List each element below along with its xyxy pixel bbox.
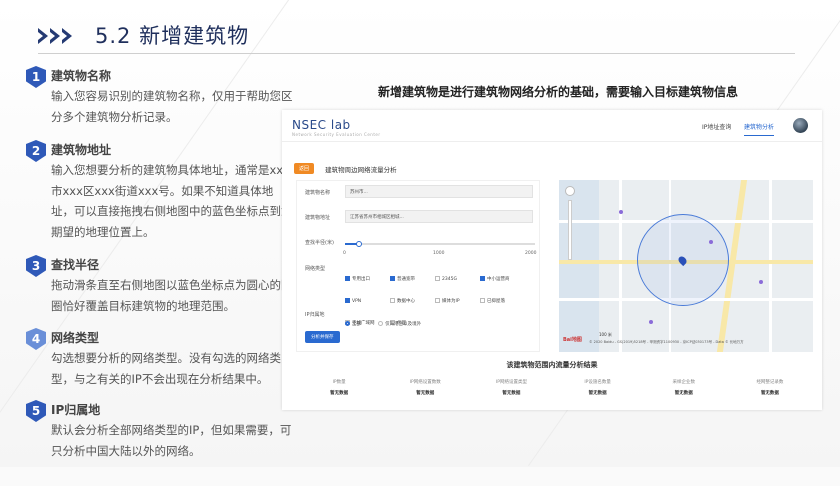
- result-header: IP网络设置数数: [409, 380, 441, 385]
- radius-tick: 0: [343, 251, 346, 256]
- nettype-checkbox[interactable]: VPN: [345, 298, 390, 304]
- nettype-checkbox[interactable]: 已抑屋落: [480, 298, 525, 304]
- result-value: 暂无数据: [416, 391, 435, 396]
- nettype-checkbox[interactable]: 专用出口: [345, 276, 390, 282]
- result-header: IP数量: [332, 380, 346, 385]
- result-value: 暂无数据: [330, 391, 349, 396]
- result-header: 经网整记录数: [756, 380, 784, 385]
- nettype-checkbox[interactable]: 普通宽带: [390, 276, 435, 282]
- radio-overseas[interactable]: 仅海港台以及境外: [378, 321, 421, 327]
- result-header: IP设施名数量: [584, 380, 611, 385]
- result-value: 暂无数据: [588, 391, 607, 396]
- nettype-checkbox[interactable]: 中小运营商: [480, 276, 525, 282]
- results-table: IP数量 暂无数据 IP网络设置数数 暂无数据 IP网络设置类型 暂无数据 IP设施名数量暂…: [296, 376, 813, 402]
- nettype-checkbox[interactable]: 数据中心: [390, 298, 435, 304]
- map-zoom-slider[interactable]: [568, 200, 572, 260]
- map-scale: 100 米: [599, 332, 612, 337]
- results-title: 该建筑物范围内流量分析结果: [506, 361, 598, 369]
- radius-tick: 2000: [525, 251, 537, 256]
- nav-ip-lookup[interactable]: IP地址查询: [702, 122, 731, 131]
- radius-label: 查找半径(米): [305, 240, 334, 246]
- nettype-label: 网络类型: [305, 266, 326, 272]
- building-address-input[interactable]: 江苏省苏州市相城区相城...: [345, 210, 533, 223]
- result-column: IP数量暂无数据: [296, 376, 382, 402]
- ip-label: IP归属地: [305, 312, 325, 318]
- map-pan-control-icon[interactable]: [565, 186, 575, 196]
- step-body: 拖动滑条直至右侧地图以蓝色坐标点为圆心的圆圈恰好覆盖目标建筑物的地理范围。: [51, 278, 293, 313]
- result-column: 经网整记录数 暂无数据: [727, 376, 813, 402]
- app-screenshot: NSEC lab Network Security Evaluation Cen…: [282, 110, 822, 410]
- result-header: 采样企业数: [672, 380, 696, 385]
- radius-tick: 1000: [433, 251, 445, 256]
- page-title: 5.2 新增建筑物: [95, 24, 250, 48]
- step-body: 输入您想要分析的建筑物具体地址，通常是xxx市xxx区xxx街道xxx号。如果不…: [51, 163, 293, 239]
- radius-slider-handle[interactable]: [356, 241, 363, 247]
- result-column: IP网络设置数数 暂无数据: [382, 376, 468, 402]
- step-title: IP归属地: [51, 403, 101, 417]
- step-title: 建筑物名称: [51, 69, 112, 83]
- avatar[interactable]: [793, 118, 808, 133]
- address-label: 建筑物地址: [305, 215, 331, 221]
- map-copyright: © 2020 Baidu - GS(2019)5218号 - 甲测资字11009…: [589, 340, 744, 344]
- result-header: IP网络设置类型: [495, 380, 527, 385]
- ip-radio-group: 全部 仅海港台以及境外: [345, 310, 433, 329]
- section-title: 建筑物周边网络流量分析: [325, 165, 397, 174]
- app-topbar: NSEC lab Network Security Evaluation Cen…: [282, 110, 822, 142]
- chevron-arrows-icon: [38, 28, 74, 44]
- step-title: 建筑物地址: [51, 143, 112, 157]
- title-divider: [38, 53, 795, 54]
- page-header: 返回 建筑物周边网络流量分析: [294, 158, 397, 177]
- result-value: 暂无数据: [674, 391, 693, 396]
- result-column: IP网络设置类型 暂无数据: [468, 376, 554, 402]
- map-brand-logo: Bai地图: [563, 337, 582, 343]
- building-name-input[interactable]: 苏州市...: [345, 185, 533, 198]
- radio-all[interactable]: 全部: [345, 321, 361, 327]
- step-body: 默认会分析全部网络类型的IP，但如果需要，可只分析中国大陆以外的网络。: [51, 423, 292, 458]
- app-logo[interactable]: NSEC lab Network Security Evaluation Cen…: [292, 118, 380, 137]
- radius-slider[interactable]: [345, 241, 535, 247]
- map-panel[interactable]: Bai地图 100 米 © 2020 Baidu - GS(2019)5218号…: [559, 180, 813, 352]
- step-title: 查找半径: [51, 258, 100, 272]
- result-column: IP设施名数量 暂无数据: [555, 376, 641, 402]
- building-form: 建筑物名称 苏州市... 建筑物地址 江苏省苏州市相城区相城... 查找半径(米…: [296, 180, 540, 352]
- back-button[interactable]: 返回: [294, 163, 315, 174]
- nettype-checkbox[interactable]: 媒体为IP: [435, 298, 480, 304]
- headline: 新增建筑物是进行建筑物网络分析的基础，需要输入目标建筑物信息: [378, 85, 739, 99]
- nettype-checkbox[interactable]: 2345G: [435, 276, 480, 282]
- submit-button[interactable]: 分析并保存: [305, 331, 340, 343]
- step-body: 勾选想要分析的网络类型。没有勾选的网络类型，与之有关的IP不会出现在分析结果中。: [51, 351, 281, 386]
- result-column: 采样企业数 暂无数据: [641, 376, 727, 402]
- step-title: 网络类型: [51, 331, 100, 345]
- name-label: 建筑物名称: [305, 190, 331, 196]
- result-value: 暂无数据: [760, 391, 779, 396]
- nav-building-analysis[interactable]: 建筑物分析: [744, 122, 775, 136]
- result-value: 暂无数据: [502, 391, 521, 396]
- step-body: 输入您容易识别的建筑物名称，仅用于帮助您区分多个建筑物分析记录。: [51, 89, 293, 124]
